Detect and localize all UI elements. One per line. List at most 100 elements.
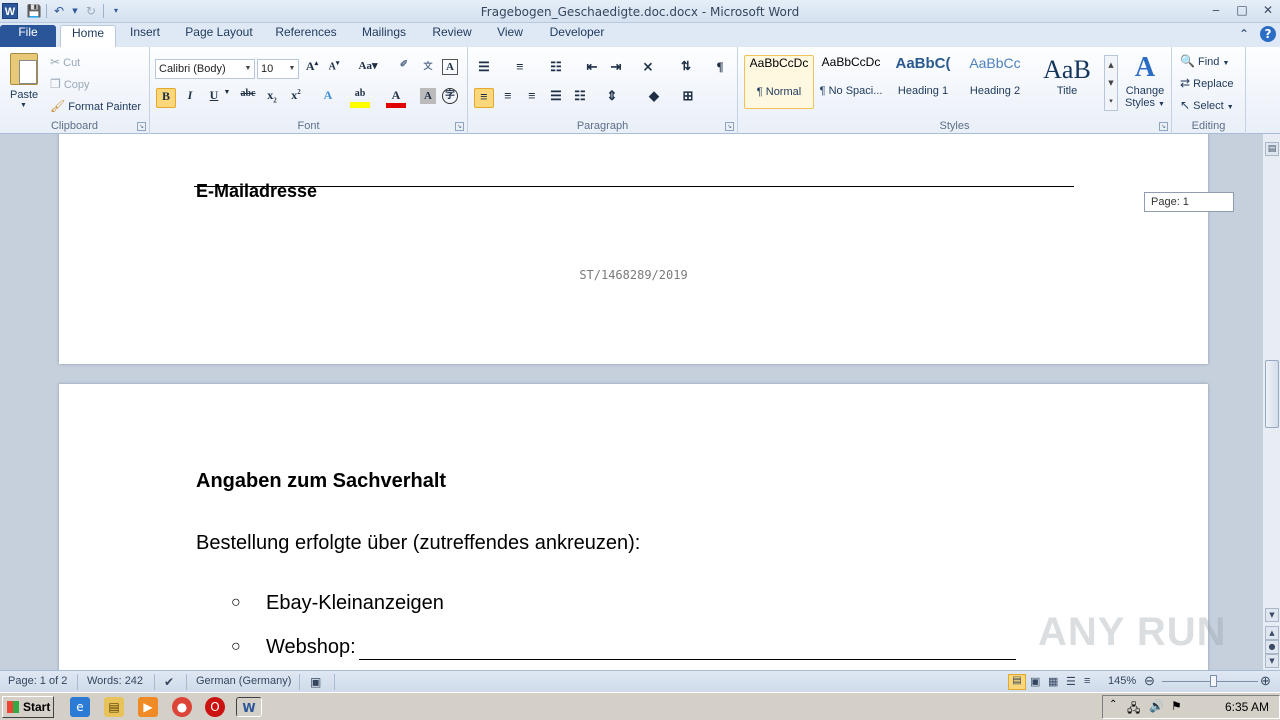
page-2[interactable]: Angaben zum Sachverhalt Bestellung erfol…: [59, 384, 1208, 670]
numbering-icon[interactable]: ≡: [510, 59, 530, 79]
highlight-color-icon[interactable]: ab: [350, 88, 370, 108]
start-button[interactable]: Start: [2, 696, 54, 718]
document-area[interactable]: E-Mailadresse ST/1468289/2019 Angaben zu…: [0, 134, 1262, 670]
line-spacing-icon[interactable]: ⇕: [602, 88, 622, 108]
select-button[interactable]: ↖ Select ▼: [1180, 97, 1234, 113]
scroll-up-icon[interactable]: ▲: [1105, 56, 1117, 74]
align-center-button[interactable]: ≡: [498, 88, 518, 108]
character-shading-icon[interactable]: A: [420, 88, 436, 104]
style-no-spacing[interactable]: AaBbCcDc ¶ No Spaci...: [816, 55, 886, 109]
tab-review[interactable]: Review: [424, 25, 480, 47]
enclose-characters-icon[interactable]: 字: [442, 88, 458, 104]
page-1[interactable]: E-Mailadresse ST/1468289/2019: [59, 134, 1208, 364]
shrink-font-icon[interactable]: A▾: [324, 59, 344, 79]
sort-icon[interactable]: ⇅: [676, 59, 696, 79]
previous-page-icon[interactable]: ▲: [1265, 626, 1279, 640]
outline-view-icon[interactable]: ☰: [1066, 675, 1076, 688]
vertical-scrollbar[interactable]: ▤ ▼ ▲ ● ▼: [1262, 134, 1280, 670]
style-heading-2[interactable]: AaBbCc Heading 2: [960, 55, 1030, 109]
paste-button[interactable]: Paste: [10, 89, 38, 101]
tab-references[interactable]: References: [268, 25, 344, 47]
network-icon[interactable]: 🖧: [1127, 699, 1140, 720]
language[interactable]: German (Germany): [196, 675, 291, 687]
clipboard-launcher-icon[interactable]: ↘: [137, 122, 146, 131]
multilevel-list-icon[interactable]: ☷: [546, 59, 566, 79]
italic-button[interactable]: I: [180, 88, 200, 108]
cut-button[interactable]: ✂ Cut: [50, 54, 80, 70]
underline-dropdown-icon[interactable]: ▼: [222, 88, 232, 108]
tab-developer[interactable]: Developer: [540, 25, 614, 47]
asian-layout-icon[interactable]: ⨯: [638, 59, 658, 79]
scroll-down-icon[interactable]: ▼: [1105, 74, 1117, 92]
paste-icon[interactable]: [10, 53, 38, 85]
maximize-icon[interactable]: □: [1234, 2, 1250, 18]
borders-icon[interactable]: ⊞: [678, 88, 698, 108]
decrease-indent-icon[interactable]: ⇤: [582, 59, 602, 79]
next-page-icon[interactable]: ▼: [1265, 654, 1279, 668]
style-title[interactable]: AaB Title: [1032, 55, 1102, 109]
folder-icon[interactable]: ▤: [104, 697, 124, 717]
tab-insert[interactable]: Insert: [120, 25, 170, 47]
zoom-slider-thumb[interactable]: [1210, 675, 1217, 687]
zoom-in-icon[interactable]: ⊕: [1260, 673, 1271, 689]
paragraph-launcher-icon[interactable]: ↘: [725, 122, 734, 131]
bold-button[interactable]: B: [156, 88, 176, 108]
replace-button[interactable]: ⇄ Replace: [1180, 75, 1233, 91]
tab-page-layout[interactable]: Page Layout: [178, 25, 260, 47]
find-button[interactable]: 🔍 Find ▼: [1180, 53, 1229, 69]
opera-icon[interactable]: O: [205, 697, 225, 717]
align-left-button[interactable]: ≡: [474, 88, 494, 108]
align-right-button[interactable]: ≡: [522, 88, 542, 108]
style-heading-1[interactable]: AaBbC( Heading 1: [888, 55, 958, 109]
font-size-select[interactable]: 10 ▼: [257, 59, 299, 79]
checkbox-bullet-icon[interactable]: ○: [231, 594, 241, 612]
action-center-flag-icon[interactable]: ⚑: [1171, 699, 1182, 713]
print-layout-view-icon[interactable]: ▤: [1008, 674, 1026, 690]
word-count[interactable]: Words: 242: [87, 675, 143, 687]
volume-icon[interactable]: 🔊: [1149, 699, 1164, 713]
styles-launcher-icon[interactable]: ↘: [1159, 122, 1168, 131]
internet-explorer-icon[interactable]: e: [70, 697, 90, 717]
change-styles-button[interactable]: A Change Styles ▼: [1122, 51, 1168, 117]
bullets-icon[interactable]: ☰: [474, 59, 494, 79]
underline-button[interactable]: U: [204, 88, 224, 108]
strikethrough-button[interactable]: abc: [238, 88, 258, 108]
show-hidden-icons-icon[interactable]: ⌃: [1109, 699, 1117, 710]
font-launcher-icon[interactable]: ↘: [455, 122, 464, 131]
page-count[interactable]: Page: 1 of 2: [8, 675, 67, 687]
tab-file[interactable]: File: [0, 25, 56, 47]
copy-button[interactable]: ❐ Copy: [50, 76, 90, 92]
proofing-icon[interactable]: ✔: [164, 675, 174, 689]
shading-icon[interactable]: ◆: [644, 88, 664, 108]
clock[interactable]: 6:35 AM: [1225, 700, 1269, 714]
scrollbar-thumb[interactable]: [1265, 360, 1279, 428]
media-player-icon[interactable]: ▶: [138, 697, 158, 717]
paste-dropdown-icon[interactable]: ▼: [20, 102, 27, 109]
font-family-select[interactable]: Calibri (Body) ▼: [155, 59, 255, 79]
zoom-level[interactable]: 145%: [1108, 675, 1136, 687]
ruler-toggle-icon[interactable]: ▤: [1265, 142, 1279, 156]
tab-view[interactable]: View: [488, 25, 532, 47]
macro-recording-icon[interactable]: ▣: [310, 675, 321, 689]
close-icon[interactable]: ✕: [1260, 2, 1276, 18]
change-case-icon[interactable]: Aa▾: [354, 59, 382, 79]
font-color-icon[interactable]: A: [386, 88, 406, 108]
tab-home[interactable]: Home: [60, 25, 116, 47]
web-layout-view-icon[interactable]: ▦: [1048, 675, 1058, 688]
chrome-icon[interactable]: ●: [172, 697, 192, 717]
draft-view-icon[interactable]: ≡: [1084, 675, 1090, 687]
minimize-ribbon-icon[interactable]: ⌃: [1236, 26, 1252, 42]
word-taskbar-button[interactable]: W: [236, 697, 262, 717]
tab-mailings[interactable]: Mailings: [352, 25, 416, 47]
help-icon[interactable]: ?: [1260, 26, 1276, 42]
phonetic-guide-icon[interactable]: 文: [418, 59, 438, 79]
text-effects-icon[interactable]: A: [318, 88, 338, 108]
show-formatting-marks-icon[interactable]: ¶: [710, 59, 730, 79]
increase-indent-icon[interactable]: ⇥: [606, 59, 626, 79]
full-screen-view-icon[interactable]: ▣: [1030, 675, 1040, 688]
checkbox-bullet-icon[interactable]: ○: [231, 638, 241, 656]
character-border-icon[interactable]: A: [442, 59, 458, 75]
grow-font-icon[interactable]: A▴: [302, 59, 322, 79]
scroll-down-icon[interactable]: ▼: [1265, 608, 1279, 622]
distributed-button[interactable]: ☷: [570, 88, 590, 108]
